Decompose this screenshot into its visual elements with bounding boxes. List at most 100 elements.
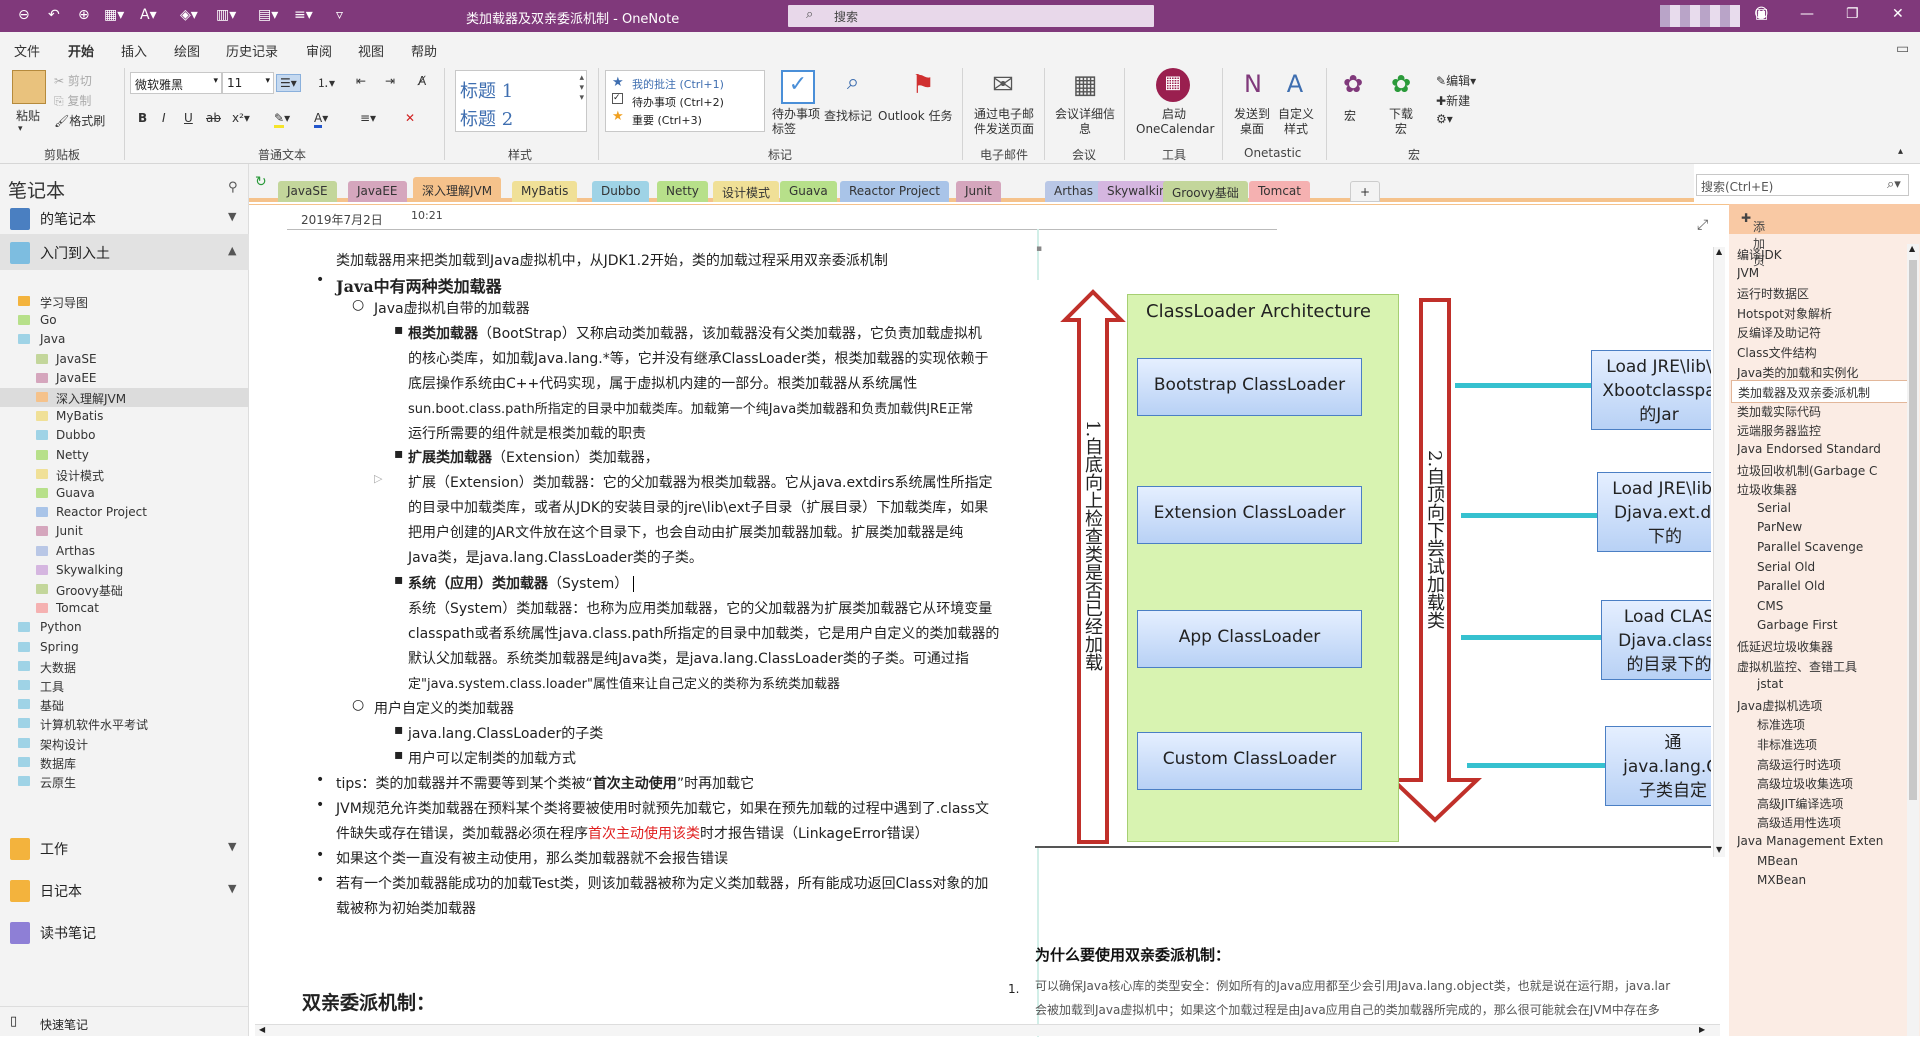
todo-tag-button[interactable]: 待办事项标签 <box>772 107 824 137</box>
meeting-details-button[interactable]: 会议详细信息 <box>1054 107 1116 137</box>
page-item[interactable]: 非标准选项 <box>1757 736 1920 753</box>
subscript-button[interactable]: x²▾ <box>232 111 250 125</box>
meeting-icon[interactable]: ▦ <box>1068 70 1102 104</box>
section-item[interactable]: Skywalking <box>0 561 249 580</box>
page-item[interactable]: 高级垃圾收集选项 <box>1757 775 1920 792</box>
page-item[interactable]: 低延迟垃圾收集器 <box>1737 638 1905 655</box>
flag-icon[interactable]: ⚑ <box>906 70 940 104</box>
page-item[interactable]: 远端服务器监控 <box>1737 422 1905 439</box>
undo-icon[interactable]: ↶ <box>48 7 60 23</box>
page-item[interactable]: ParNew <box>1757 520 1920 534</box>
quick-notes-button[interactable]: ▯ 快速笔记 <box>0 1006 249 1036</box>
chevron-down-icon[interactable]: ▼ <box>228 210 236 223</box>
paragraph-handle-icon[interactable]: ▷ <box>374 472 382 485</box>
page-item[interactable]: Serial <box>1757 501 1920 515</box>
copy-button[interactable]: ⎘ 复制 <box>54 92 91 109</box>
tab-insert[interactable]: 插入 <box>121 41 147 60</box>
section-tab[interactable]: Groovy基础 <box>1163 181 1248 202</box>
page-item[interactable]: 类加载器及双亲委派机制 <box>1731 380 1915 404</box>
chevron-up-icon[interactable]: ▲ <box>228 244 236 257</box>
notifications-icon[interactable]: ▭ <box>1896 41 1909 57</box>
list-icon[interactable]: ≡▾ <box>294 7 313 23</box>
section-item[interactable]: Groovy基础 <box>0 580 249 599</box>
expand-icon[interactable]: ⤢ <box>1697 217 1708 233</box>
font-size-select[interactable]: 11 ▾ <box>222 72 274 94</box>
classloader-diagram[interactable]: 1.自底向上检查类是否已经加载 2.自顶向下尝试加载类 ClassLoader … <box>1035 280 1711 848</box>
columns-icon[interactable]: ▥▾ <box>216 7 236 23</box>
refresh-icon[interactable]: ↻ <box>255 174 267 190</box>
page-item[interactable]: CMS <box>1757 599 1920 613</box>
align-button[interactable]: ≡▾ <box>360 111 376 125</box>
tab-file[interactable]: 文件 <box>14 41 40 60</box>
page-search-box[interactable]: 搜索(Ctrl+E) ⌕▾ <box>1696 174 1909 196</box>
font-color-button[interactable]: A▾ <box>314 111 328 128</box>
notebook-item[interactable]: 读书笔记 <box>0 914 249 950</box>
section-item[interactable]: Python <box>0 618 249 637</box>
section-tab[interactable]: Dubbo <box>592 181 650 202</box>
section-item[interactable]: Arthas <box>0 542 249 561</box>
section-tab[interactable]: 设计模式 <box>713 181 780 202</box>
page-item[interactable]: Class文件结构 <box>1737 344 1905 361</box>
cut-button[interactable]: ✂ 剪切 <box>54 72 92 89</box>
section-item[interactable]: JavaEE <box>0 369 249 388</box>
section-item[interactable]: MyBatis <box>0 407 249 426</box>
app-classloader-box[interactable]: App ClassLoader <box>1137 610 1362 668</box>
paste-button[interactable]: 粘贴 <box>16 107 40 124</box>
strikethrough-button[interactable]: ab <box>206 111 221 125</box>
notebook-item[interactable]: 的笔记本 ▼ <box>0 200 249 236</box>
page-item[interactable]: 反编译及助记符 <box>1737 324 1905 341</box>
page-item[interactable]: Parallel Old <box>1757 579 1920 593</box>
section-item[interactable]: Netty <box>0 446 249 465</box>
page-item[interactable]: Java类的加载和实例化 <box>1737 364 1905 381</box>
section-tab[interactable]: Reactor Project <box>840 181 949 202</box>
paste-icon[interactable] <box>12 70 46 104</box>
page-item[interactable]: 垃圾收集器 <box>1737 481 1905 498</box>
search-box[interactable]: ⌕ 搜索 <box>788 5 1154 27</box>
section-tab[interactable]: JavaEE <box>348 181 407 202</box>
section-item[interactable]: 数据库 <box>0 753 249 772</box>
style-heading-2[interactable]: 标题 2 <box>460 105 513 131</box>
section-tab[interactable]: Junit <box>956 181 1001 202</box>
page-item[interactable]: JVM <box>1737 266 1905 280</box>
notebook-item[interactable]: 工作 ▼ <box>0 830 249 866</box>
section-item[interactable]: 设计模式 <box>0 465 249 484</box>
style-heading-1[interactable]: 标题 1 <box>460 77 513 103</box>
collapse-ribbon-icon[interactable]: ▴ <box>1898 146 1903 157</box>
edit-macro-button[interactable]: ✎编辑▾ <box>1436 72 1476 89</box>
tab-review[interactable]: 审阅 <box>306 41 332 60</box>
section-item[interactable]: 大数据 <box>0 657 249 676</box>
section-item[interactable]: 基础 <box>0 695 249 714</box>
section-item[interactable]: 计算机软件水平考试 <box>0 714 249 733</box>
new-macro-button[interactable]: ✚新建 <box>1436 92 1470 109</box>
page-item[interactable]: 标准选项 <box>1757 716 1920 733</box>
section-item[interactable]: Reactor Project <box>0 503 249 522</box>
page-icon[interactable]: ▤▾ <box>258 7 278 23</box>
note-container-bar[interactable] <box>287 229 1277 235</box>
send-desktop-icon[interactable]: N <box>1236 70 1270 104</box>
table-icon[interactable]: ▦▾ <box>104 7 124 23</box>
section-tab[interactable]: Arthas <box>1045 181 1103 202</box>
page-item[interactable]: Hotspot对象解析 <box>1737 305 1905 322</box>
chevron-down-icon[interactable]: ▼ <box>228 882 236 895</box>
page-item[interactable]: 虚拟机监控、查错工具 <box>1737 658 1905 675</box>
outdent-button[interactable]: ⇤ <box>356 74 366 88</box>
page-item[interactable]: 高级JIT编译选项 <box>1757 795 1920 812</box>
diagram-scrollbar[interactable]: ▲ ▼ <box>1713 247 1725 857</box>
notebook-item[interactable]: 入门到入土 ▲ <box>0 234 249 270</box>
tab-view[interactable]: 视图 <box>358 41 384 60</box>
user-avatar[interactable] <box>1660 5 1740 27</box>
section-tab[interactable]: Tomcat <box>1249 181 1310 202</box>
download-macro-icon[interactable]: ✿ <box>1384 70 1418 104</box>
section-item[interactable]: Go <box>0 311 249 330</box>
custom-style-button[interactable]: 自定义样式 <box>1276 107 1316 137</box>
page-item[interactable]: 高级适用性选项 <box>1757 814 1920 831</box>
section-item[interactable]: 架构设计 <box>0 734 249 753</box>
section-tab[interactable]: MyBatis <box>512 181 578 202</box>
more-macro-button[interactable]: ⚙▾ <box>1436 112 1453 126</box>
page-item[interactable]: MBean <box>1757 854 1920 868</box>
page-item[interactable]: 编译JDK <box>1737 246 1905 263</box>
send-desktop-button[interactable]: 发送到桌面 <box>1232 107 1272 137</box>
page-item[interactable]: Serial Old <box>1757 560 1920 574</box>
font-select[interactable]: 微软雅黑 ▾ <box>130 72 222 94</box>
bootstrap-classloader-box[interactable]: Bootstrap ClassLoader <box>1137 358 1362 416</box>
